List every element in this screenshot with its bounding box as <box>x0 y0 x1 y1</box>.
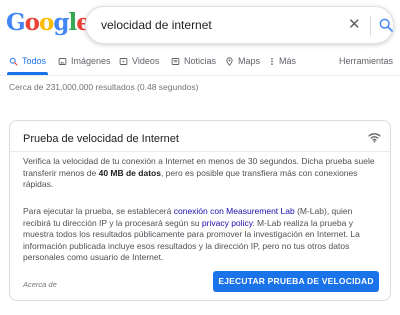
active-tab-indicator <box>7 72 48 75</box>
tab-noticias[interactable]: Noticias <box>171 56 216 66</box>
close-icon[interactable]: ✕ <box>348 16 361 34</box>
card-privacy-notice: Para ejecutar la prueba, se establecerá … <box>23 206 379 264</box>
video-icon <box>119 57 128 65</box>
tab-herramientas[interactable]: Herramientas <box>339 56 393 66</box>
tab-label: Videos <box>132 56 160 66</box>
card-divider <box>10 151 390 152</box>
wifi-icon <box>368 133 381 143</box>
search-divider <box>370 16 371 36</box>
tab-todos[interactable]: Todos <box>9 56 46 66</box>
search-icon <box>9 57 18 65</box>
news-icon <box>171 57 180 65</box>
map-pin-icon <box>226 56 233 66</box>
card-title: Prueba de velocidad de Internet <box>23 133 179 145</box>
about-link[interactable]: Acerca de <box>23 280 57 289</box>
logo-letter: l <box>68 9 77 36</box>
search-tabs: Todos Imágenes Videos Noticias Maps Más … <box>0 50 400 76</box>
result-stats: Cerca de 231,000,000 resultados (0.48 se… <box>9 82 199 92</box>
image-icon <box>58 57 67 65</box>
tab-maps[interactable]: Maps <box>225 56 260 66</box>
google-logo[interactable]: Google <box>6 9 91 36</box>
tab-label: Todos <box>22 56 47 66</box>
run-speed-test-button[interactable]: EJECUTAR PRUEBA DE VELOCIDAD <box>213 271 379 292</box>
tab-label: Noticias <box>184 56 217 66</box>
search-box[interactable]: velocidad de internet ✕ <box>85 6 394 44</box>
privacy-text: Para ejecutar la prueba, se establecerá <box>23 206 174 216</box>
tab-videos[interactable]: Videos <box>119 56 159 66</box>
speed-test-card: Prueba de velocidad de Internet Verifica… <box>9 120 391 301</box>
logo-letter: o <box>24 9 40 36</box>
search-input[interactable]: velocidad de internet <box>101 18 212 32</box>
tab-label: Maps <box>238 56 261 66</box>
logo-letter: g <box>53 9 69 36</box>
card-description: Verifica la velocidad de tu conexión a I… <box>23 156 379 191</box>
tab-imagenes[interactable]: Imágenes <box>58 56 111 66</box>
tab-label: Más <box>279 56 297 66</box>
tab-label: Imágenes <box>71 56 111 66</box>
privacy-policy-link[interactable]: privacy policy <box>202 218 252 228</box>
more-icon <box>271 57 273 65</box>
measurement-lab-link[interactable]: conexión con Measurement Lab <box>174 206 295 216</box>
tab-mas[interactable]: Más <box>269 56 296 66</box>
logo-letter: G <box>6 9 26 36</box>
logo-letter: o <box>39 9 54 36</box>
tab-label: Herramientas <box>339 56 394 66</box>
data-amount: 40 MB de datos <box>98 167 161 178</box>
search-icon[interactable] <box>378 17 394 33</box>
